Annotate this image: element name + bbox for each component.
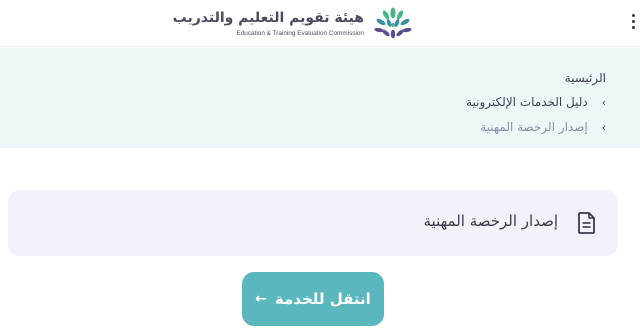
chevron-left-icon: › [601,121,606,134]
go-to-service-label: انتقل للخدمة [274,290,371,308]
service-card: إصدار الرخصة المهنية [8,190,618,256]
breadcrumb-item-current: › إصدار الرخصة المهنية [466,115,606,140]
go-to-service-button[interactable]: انتقل للخدمة ← [242,272,384,326]
site-logo[interactable]: هيئة تقويم التعليم والتدريب Education & … [173,6,416,42]
logo-english-text: Education & Training Evaluation Commissi… [236,30,364,37]
breadcrumb-section: الرئيسية › دليل الخدمات الإلكترونية › إص… [0,48,640,148]
leaf-cluster-logo-icon [374,7,412,39]
logo-arabic-text: هيئة تقويم التعليم والتدريب [172,10,364,26]
document-icon [578,212,595,234]
chevron-left-icon: › [601,96,606,109]
arrow-left-icon: ← [255,291,267,307]
breadcrumb-current-page: إصدار الرخصة المهنية [480,120,588,134]
service-title: إصدار الرخصة المهنية [423,212,558,230]
breadcrumb: الرئيسية › دليل الخدمات الإلكترونية › إص… [466,66,606,140]
breadcrumb-home[interactable]: الرئيسية [466,66,606,90]
kebab-menu-icon[interactable] [629,14,637,34]
site-header: هيئة تقويم التعليم والتدريب Education & … [0,0,640,47]
breadcrumb-link-services-guide[interactable]: دليل الخدمات الإلكترونية [466,95,588,109]
breadcrumb-item-services-guide: › دليل الخدمات الإلكترونية [466,90,606,115]
